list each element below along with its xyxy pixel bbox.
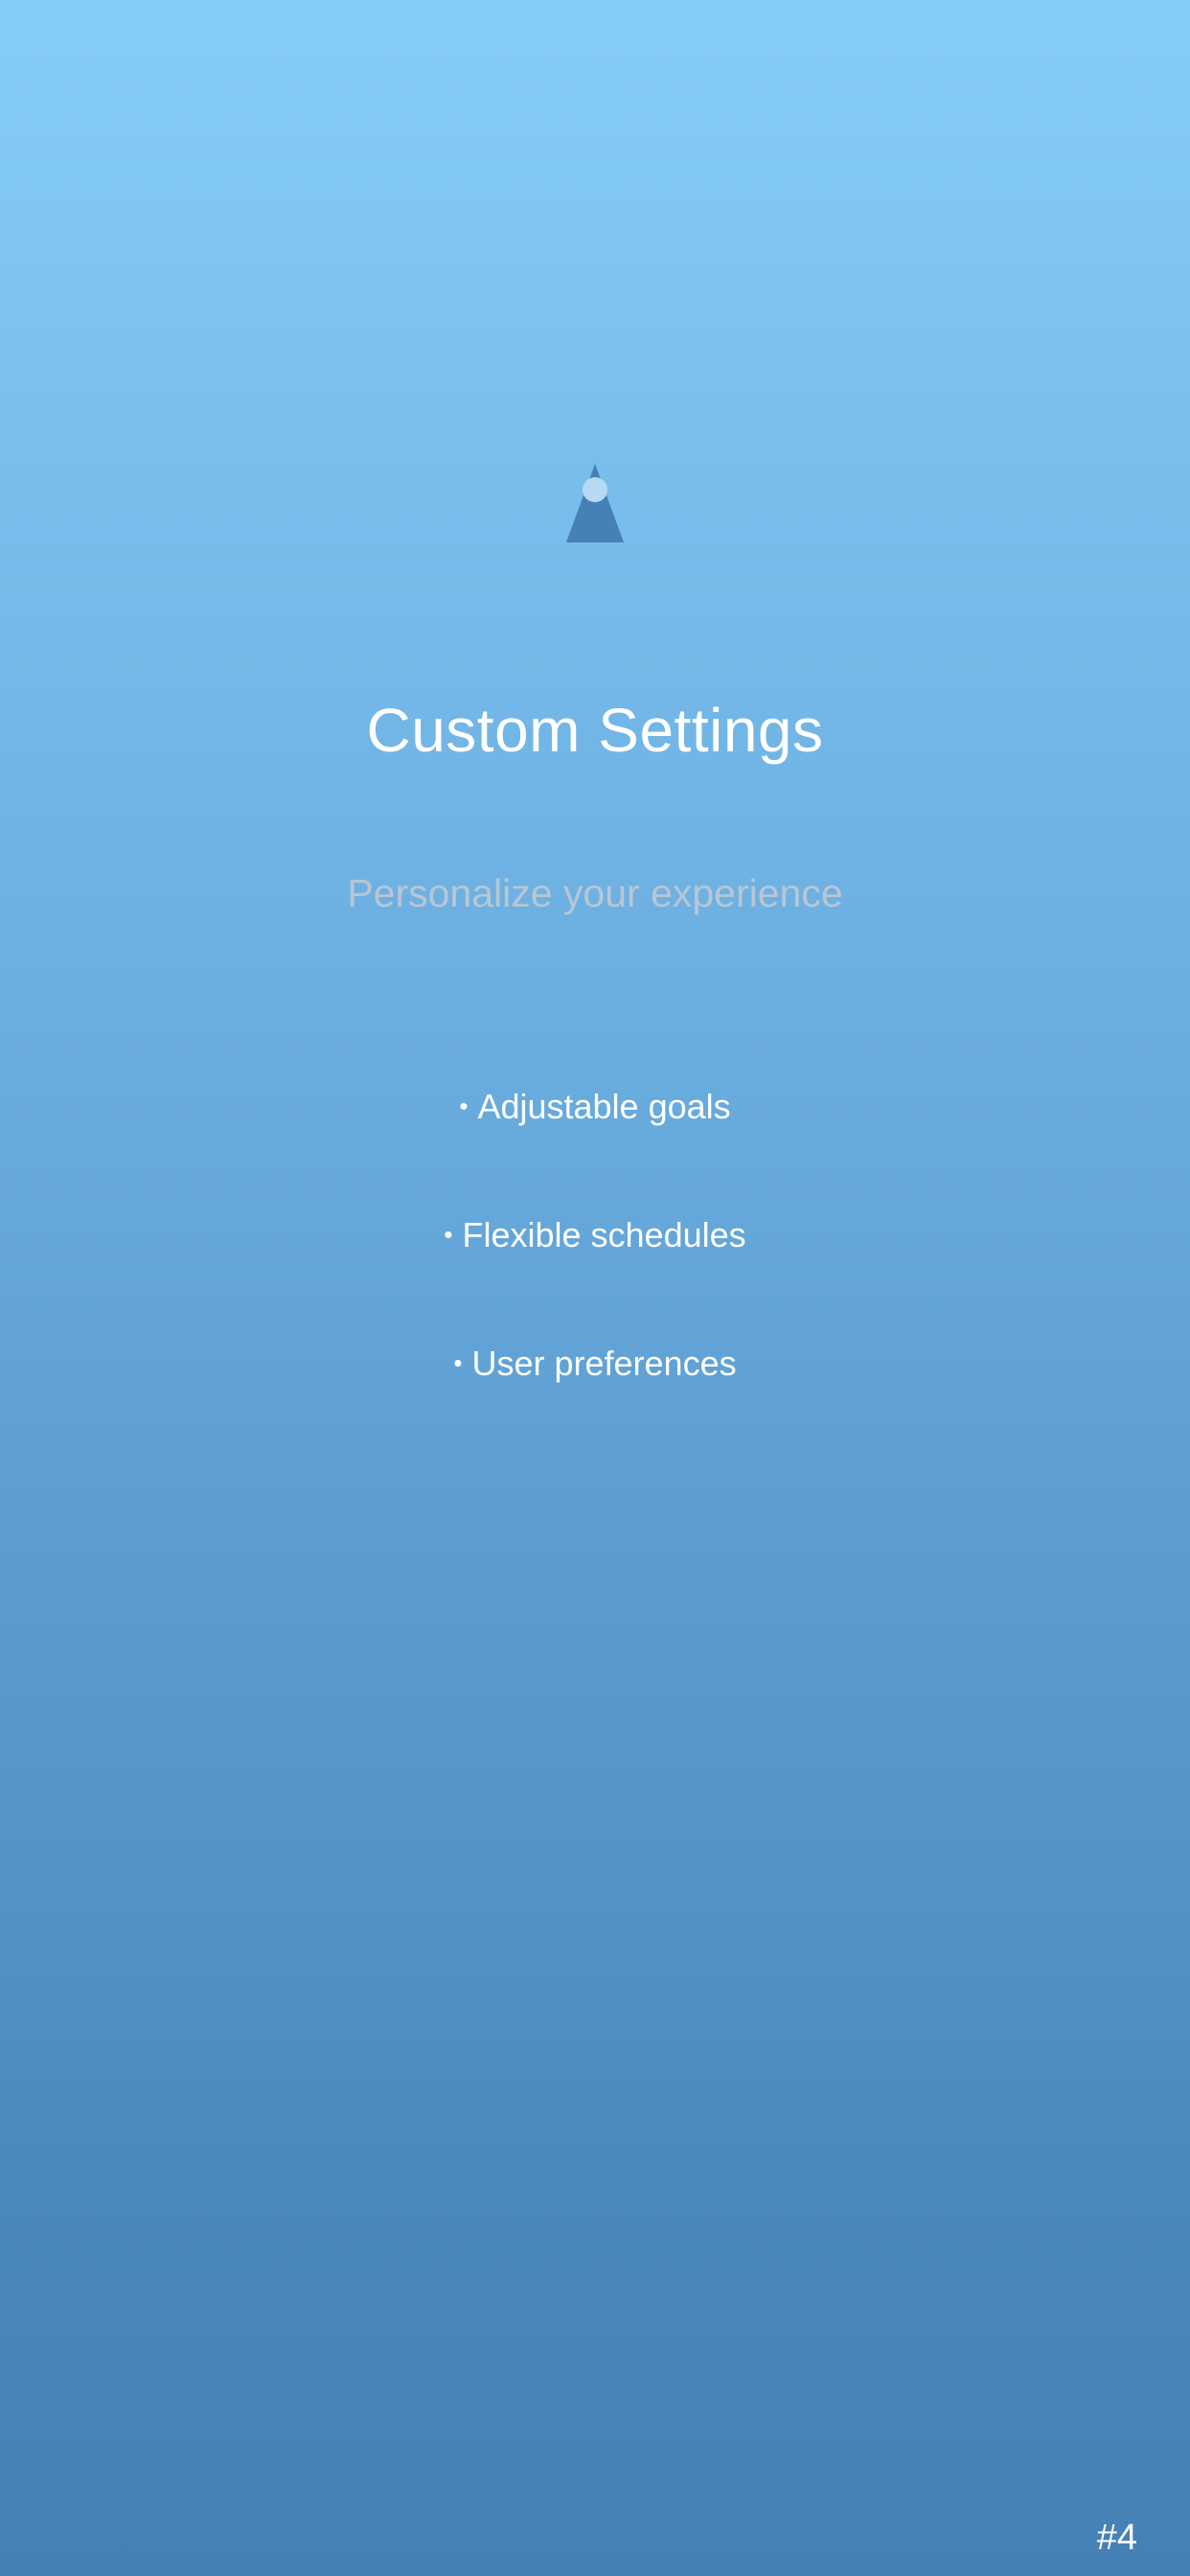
onboarding-screen: Custom Settings Personalize your experie…	[0, 0, 1190, 2576]
bullet-icon: •	[453, 1348, 463, 1377]
page-subtitle: Personalize your experience	[347, 871, 843, 915]
logo-head	[583, 477, 607, 502]
logo-graphic	[566, 464, 624, 542]
cone-person-icon	[566, 464, 624, 542]
feature-item-adjustable-goals: • Adjustable goals	[0, 1077, 1190, 1206]
page-indicator: #4	[1096, 2518, 1137, 2558]
feature-label: Adjustable goals	[477, 1087, 731, 1126]
feature-label: Flexible schedules	[462, 1215, 746, 1254]
bullet-icon: •	[444, 1220, 453, 1249]
feature-item-flexible-schedules: • Flexible schedules	[0, 1206, 1190, 1334]
bullet-icon: •	[459, 1092, 469, 1120]
feature-label: User preferences	[471, 1344, 737, 1383]
feature-item-user-preferences: • User preferences	[0, 1334, 1190, 1462]
feature-list: • Adjustable goals • Flexible schedules • U…	[0, 1077, 1190, 1462]
logo-body	[566, 464, 624, 542]
page-title: Custom Settings	[366, 696, 824, 765]
